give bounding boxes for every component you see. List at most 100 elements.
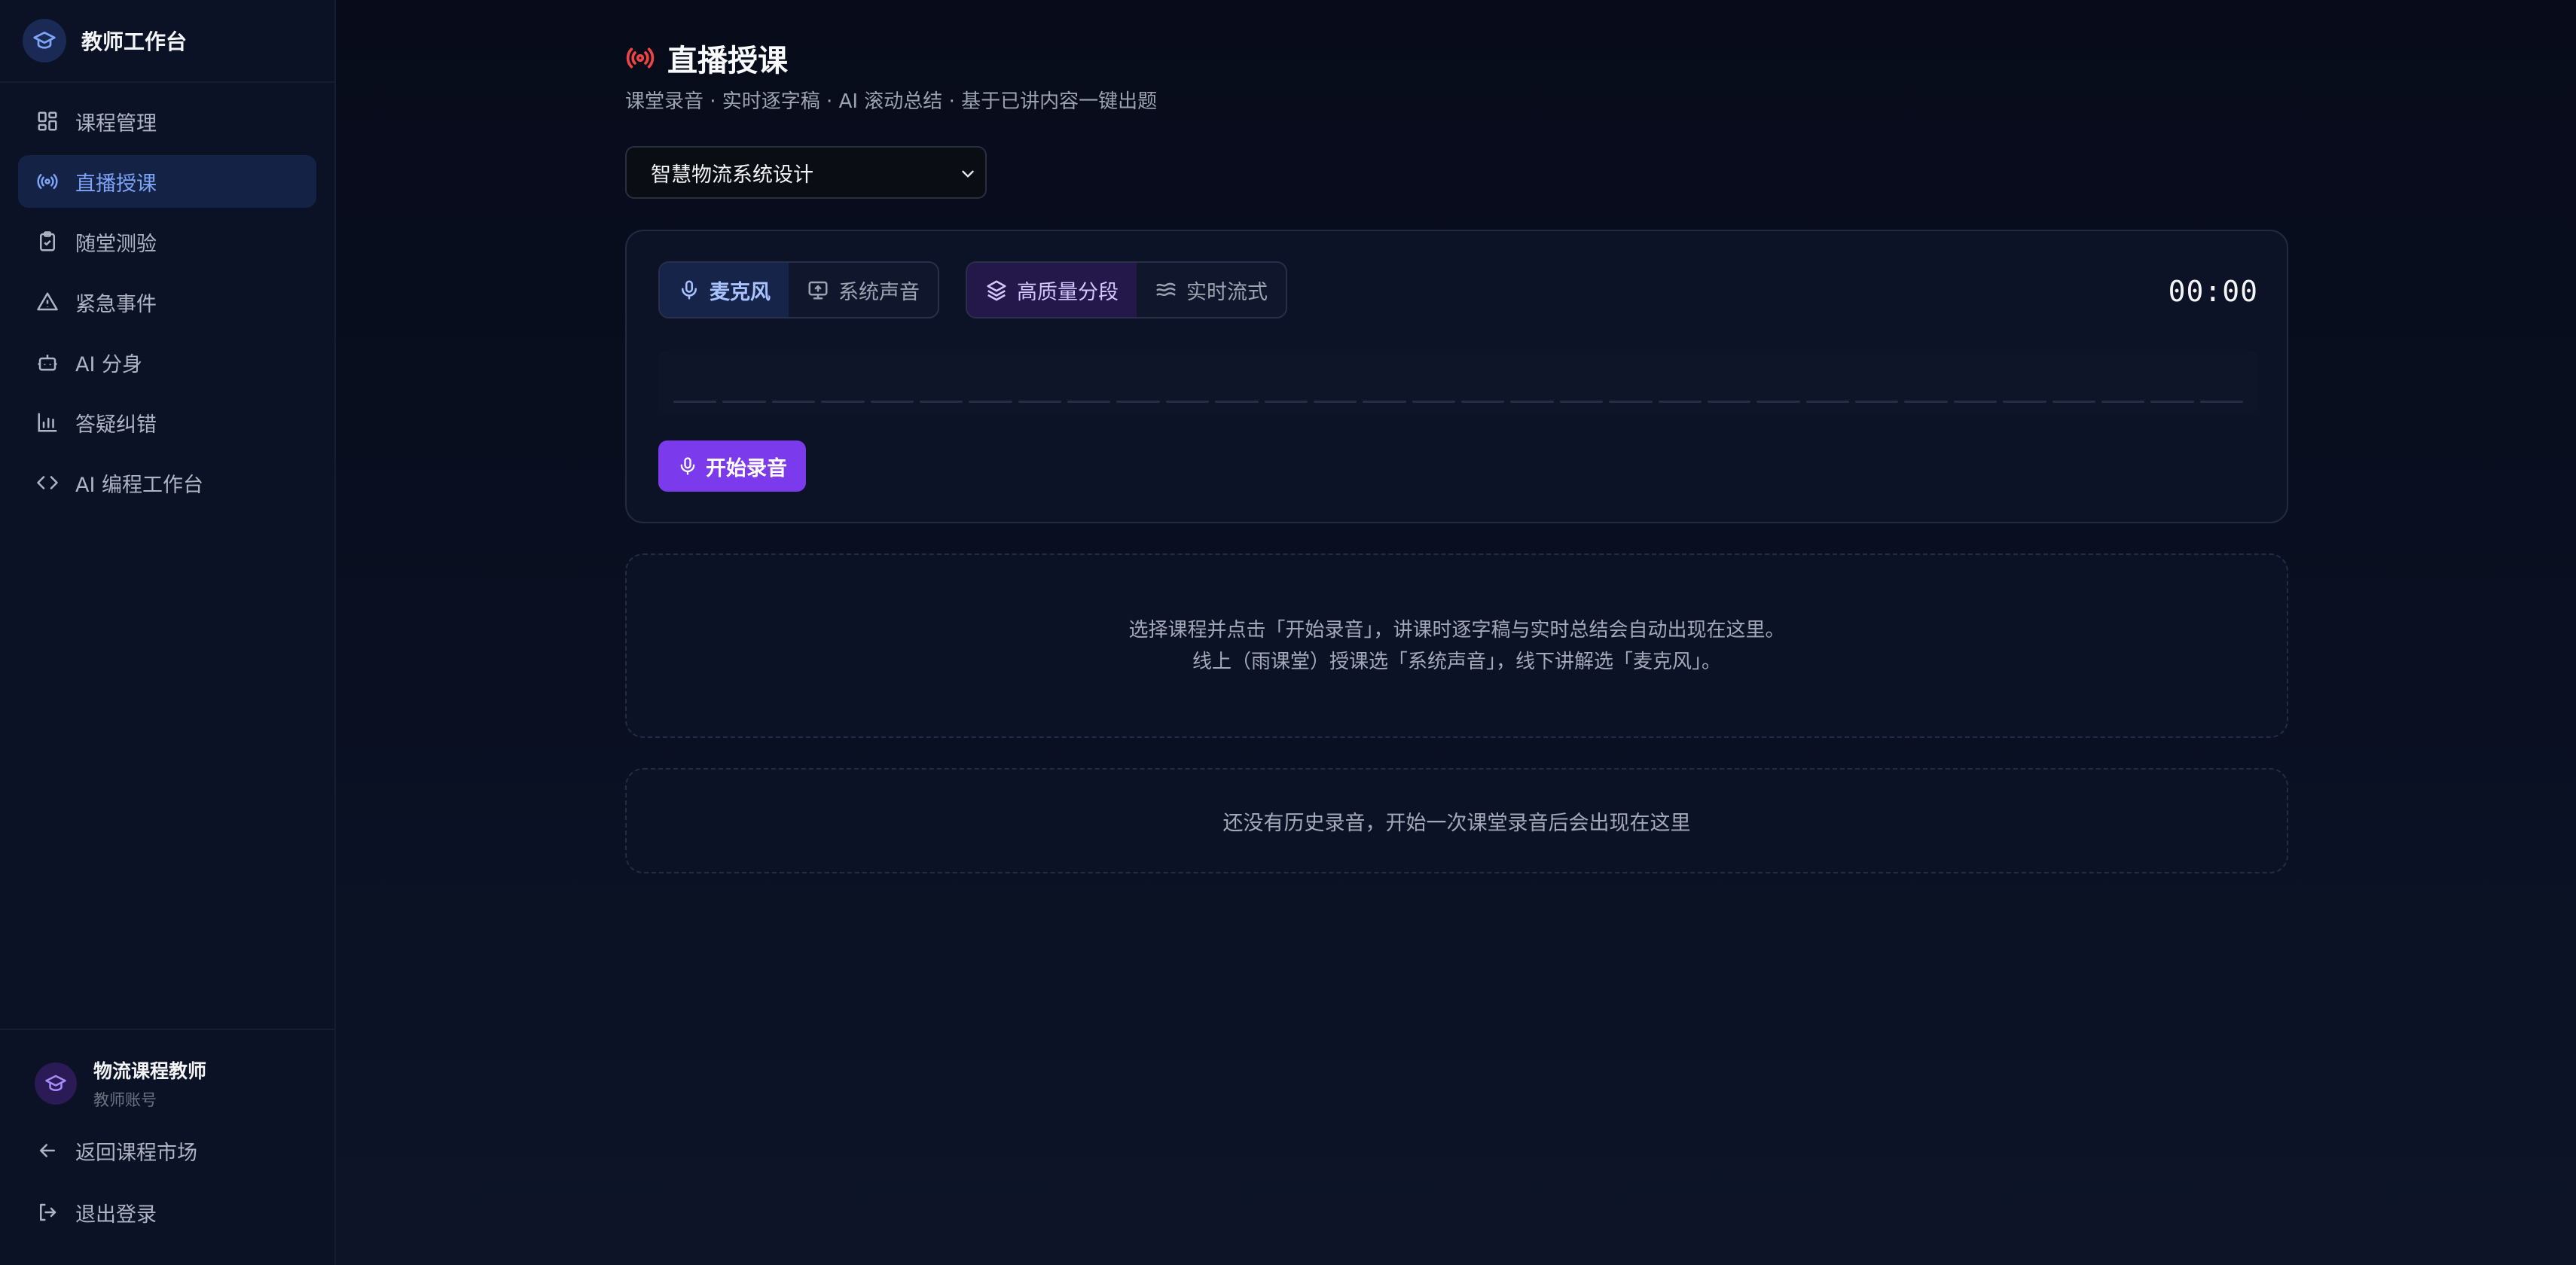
avatar	[35, 1062, 77, 1105]
grid-icon	[38, 111, 57, 131]
hint-line-1: 选择课程并点击「开始录音」，讲课时逐字稿与实时总结会自动出现在这里。	[1128, 618, 1785, 642]
waveform-bar	[2003, 401, 2046, 403]
logout-label: 退出登录	[75, 1203, 157, 1227]
user-role: 教师账号	[93, 1091, 157, 1109]
sidebar-item-label: 紧急事件	[75, 292, 157, 316]
recorder-panel: 麦克风 系统声音 高质量分段 实时流式 00:00 开始录音	[625, 230, 2288, 523]
sidebar-item-label: AI 分身	[75, 352, 143, 376]
source-system-audio-label: 系统声音	[838, 280, 920, 304]
waveform-bar	[821, 401, 865, 403]
back-to-market-link[interactable]: 返回课程市场	[18, 1122, 316, 1179]
sidebar-item-ai-coding[interactable]: AI 编程工作台	[18, 456, 316, 509]
waveform-bar	[1609, 401, 1653, 403]
sidebar-footer: 物流课程教师 教师账号 返回课程市场 退出登录	[0, 1029, 334, 1265]
audio-source-toggle: 麦克风 系统声音	[658, 261, 939, 319]
microphone-icon	[682, 280, 697, 300]
waveform-bar	[1116, 401, 1160, 403]
page-header: 直播授课	[625, 36, 788, 80]
start-recording-button[interactable]: 开始录音	[658, 440, 806, 492]
logout-icon	[40, 1203, 56, 1221]
screen-share-icon	[808, 281, 828, 300]
live-broadcast-icon	[626, 47, 655, 69]
sidebar-item-course-management[interactable]: 课程管理	[18, 95, 316, 148]
hint-line-2: 线上（雨课堂）授课选「系统声音」，线下讲解选「麦克风」。	[1192, 650, 1721, 673]
microphone-icon	[680, 457, 695, 475]
audio-waveform	[658, 350, 2258, 413]
waveform-bar	[1264, 401, 1308, 403]
layers-icon	[987, 280, 1006, 301]
waveform-bar	[2101, 401, 2145, 403]
user-profile: 物流课程教师 教师账号	[18, 1050, 316, 1117]
waveform-bar	[1067, 401, 1111, 403]
waveform-bar	[2199, 401, 2243, 403]
waveform-bar	[1559, 401, 1604, 403]
brand: 教师工作台	[0, 0, 334, 83]
course-select[interactable]: 智慧物流系统设计	[625, 146, 987, 199]
logout-button[interactable]: 退出登录	[18, 1184, 316, 1241]
start-recording-label: 开始录音	[706, 456, 787, 480]
source-microphone-button[interactable]: 麦克风	[660, 263, 789, 317]
graduation-cap-icon	[45, 1074, 66, 1091]
sidebar-item-ai-avatar[interactable]: AI 分身	[18, 336, 316, 389]
history-empty-text: 还没有历史录音，开始一次课堂录音后会出现在这里	[1222, 811, 1691, 835]
waveform-bar	[673, 401, 717, 403]
waveform-bar	[1018, 401, 1061, 403]
sidebar-item-label: 随堂测验	[75, 232, 157, 256]
waveform-bar	[1805, 401, 1849, 403]
waves-icon	[1156, 282, 1176, 297]
waveform-bar	[1855, 401, 1899, 403]
waveform-bar	[1904, 401, 1948, 403]
source-system-audio-button[interactable]: 系统声音	[789, 263, 938, 317]
graduation-cap-icon	[23, 19, 66, 62]
bar-chart-icon	[38, 413, 57, 432]
mode-high-quality-button[interactable]: 高质量分段	[967, 263, 1137, 317]
arrow-left-icon	[40, 1144, 55, 1157]
sidebar-item-live-teaching[interactable]: 直播授课	[18, 155, 316, 208]
sidebar-item-qa[interactable]: 答疑纠错	[18, 396, 316, 449]
waveform-bar	[1215, 401, 1259, 403]
waveform-bar	[1707, 401, 1751, 403]
waveform-bar	[1363, 401, 1406, 403]
clipboard-check-icon	[40, 231, 55, 251]
code-icon	[37, 476, 58, 489]
waveform-bar	[969, 401, 1012, 403]
waveform-bar	[722, 401, 766, 403]
app-title: 教师工作台	[81, 29, 188, 54]
sidebar-nav: 课程管理 直播授课 随堂测验 紧急事件 AI 分身 答疑纠错 AI 编程工作台	[0, 83, 334, 509]
sidebar-item-label: 直播授课	[75, 172, 157, 196]
sidebar-item-emergency[interactable]: 紧急事件	[18, 276, 316, 328]
broadcast-icon	[37, 174, 58, 189]
warning-triangle-icon	[37, 292, 58, 311]
waveform-bar	[1953, 401, 1998, 403]
sidebar: 教师工作台 课程管理 直播授课 随堂测验 紧急事件 AI 分身 答疑纠错 AI …	[0, 0, 336, 1265]
waveform-bar	[1461, 401, 1505, 403]
sidebar-item-label: AI 编程工作台	[75, 473, 204, 497]
recording-timer: 00:00	[2168, 275, 2258, 308]
mode-streaming-button[interactable]: 实时流式	[1137, 263, 1286, 317]
course-select-value: 智慧物流系统设计	[651, 163, 813, 187]
sidebar-item-label: 答疑纠错	[75, 413, 157, 437]
waveform-bar	[1165, 401, 1210, 403]
waveform-bar	[919, 401, 963, 403]
waveform-bar	[870, 401, 914, 403]
page-subtitle: 课堂录音 · 实时逐字稿 · AI 滚动总结 · 基于已讲内容一键出题	[625, 90, 1158, 113]
source-microphone-label: 麦克风	[710, 280, 771, 304]
waveform-bar	[1313, 401, 1357, 403]
mode-streaming-label: 实时流式	[1186, 280, 1268, 304]
page-title: 直播授课	[667, 44, 788, 78]
transcript-placeholder: 选择课程并点击「开始录音」，讲课时逐字稿与实时总结会自动出现在这里。 线上（雨课…	[625, 553, 2288, 738]
sidebar-item-quiz[interactable]: 随堂测验	[18, 215, 316, 268]
sidebar-item-label: 课程管理	[75, 111, 157, 136]
waveform-bar	[771, 401, 816, 403]
waveform-bar	[1757, 401, 1800, 403]
waveform-bar	[2052, 401, 2095, 403]
history-empty-state: 还没有历史录音，开始一次课堂录音后会出现在这里	[625, 768, 2288, 873]
user-name: 物流课程教师	[93, 1060, 207, 1082]
waveform-bar	[1658, 401, 1702, 403]
waveform-bar	[1510, 401, 1554, 403]
back-to-market-label: 返回课程市场	[75, 1141, 197, 1165]
robot-icon	[38, 355, 57, 371]
mode-high-quality-label: 高质量分段	[1017, 280, 1119, 304]
transcription-mode-toggle: 高质量分段 实时流式	[966, 261, 1287, 319]
waveform-bar	[1412, 401, 1455, 403]
